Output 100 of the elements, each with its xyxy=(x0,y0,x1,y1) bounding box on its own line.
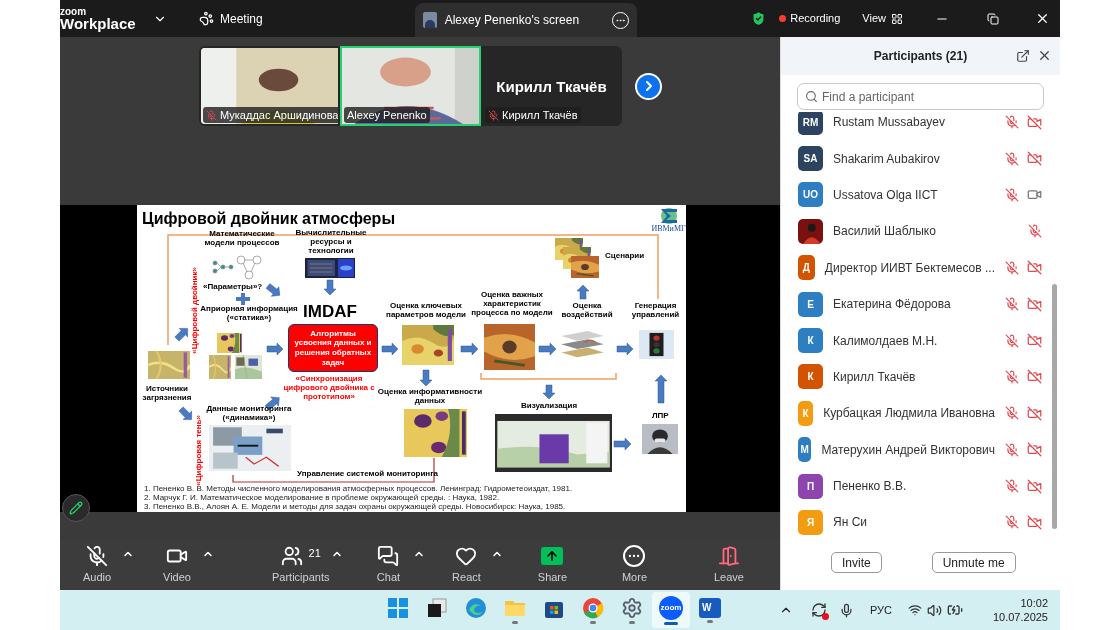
algorithms-block: Алгоритмы усвоения данных и решения обратных задач xyxy=(288,324,378,372)
toolbar-button[interactable]: Chat xyxy=(365,544,412,586)
video-off-icon xyxy=(1027,442,1042,458)
avatar-initials: SA xyxy=(798,146,823,172)
people-icon xyxy=(280,545,303,568)
name-label: Alexey Penenko xyxy=(344,107,430,123)
participant-name: Курбацкая Людмила Ивановна xyxy=(823,405,995,423)
plus-icon xyxy=(236,293,250,305)
toolbar-button[interactable]: More xyxy=(611,544,658,586)
toolbar-button[interactable]: React xyxy=(443,544,490,586)
mic-icon[interactable] xyxy=(838,602,854,618)
view-button[interactable]: View xyxy=(862,10,903,27)
participant-row[interactable]: Е Екатерина Фёдорова xyxy=(798,285,1042,323)
meeting-tab[interactable]: Meeting xyxy=(199,0,263,37)
name-label: Кирилл Ткачёв xyxy=(485,107,581,123)
avatar-initials: К xyxy=(798,364,823,390)
video-tile[interactable]: Alexey Penenko xyxy=(340,46,481,126)
video-tile[interactable]: Мукаддас Аршидинова xyxy=(199,46,340,126)
reference-text: 2. Марчук Г. И. Математическое моделирование в проблеме окружающей среды. : Наука, 1982. xyxy=(144,493,501,502)
pop-out-icon[interactable] xyxy=(1016,49,1030,63)
participant-row[interactable]: Василий Шаблыко xyxy=(798,213,1042,250)
sync-icon[interactable] xyxy=(810,602,827,618)
task-view-icon[interactable] xyxy=(426,596,448,619)
video-off-icon xyxy=(1027,405,1042,421)
chrome-icon[interactable] xyxy=(582,596,604,619)
toolbar-button[interactable]: Video xyxy=(154,544,200,586)
video-tile[interactable]: Кирилл Ткачёв Кирилл Ткачёв xyxy=(481,46,622,126)
close-icon[interactable] xyxy=(1037,48,1052,63)
close-icon[interactable] xyxy=(1035,11,1050,26)
participant-row[interactable]: UO Ussatova Olga IICT xyxy=(798,176,1042,214)
slide-vertical-label: «Цифровой двойник» xyxy=(191,267,200,354)
participant-row[interactable]: RM Rustam Mussabayev xyxy=(798,112,1042,141)
restore-icon[interactable] xyxy=(987,12,999,25)
flow-arrow xyxy=(542,384,556,400)
video-off-icon xyxy=(1027,114,1042,130)
recording-label[interactable]: Recording xyxy=(790,10,841,27)
shared-screen-tab[interactable]: Alexey Penenko's screen xyxy=(414,3,637,37)
unmute-me-button[interactable]: Unmute me xyxy=(931,552,1016,573)
mic-off-icon xyxy=(206,109,217,121)
invite-button[interactable]: Invite xyxy=(831,552,882,573)
slide-label: Данные мониторинга («динамика») xyxy=(205,405,293,423)
network-diagram-drawing xyxy=(212,255,262,280)
participant-name: Rustam Mussabayev xyxy=(833,114,947,132)
participant-name: Матерухин Андрей Викторович xyxy=(821,441,995,459)
flow-arrow xyxy=(265,283,281,297)
wifi-icon[interactable] xyxy=(907,603,922,617)
flow-arrow xyxy=(460,342,479,356)
participant-display-name: Кирилл Ткачёв xyxy=(496,77,607,97)
speaker-icon[interactable] xyxy=(926,602,942,618)
participant-row[interactable]: К Кирилл Ткачёв xyxy=(798,358,1042,396)
slide-label: Математические модели процессов xyxy=(203,230,281,248)
tab-label: Alexey Penenko's screen xyxy=(444,12,581,29)
participant-row[interactable]: SA Shakarim Aubakirov xyxy=(798,140,1042,177)
participant-row[interactable]: М Матерухин Андрей Викторович xyxy=(798,431,1042,468)
settings-icon[interactable] xyxy=(621,596,643,619)
avatar-initials: К xyxy=(798,328,823,354)
avatar-initials: Е xyxy=(798,291,823,317)
slide-label: Оценка ключевых параметров модели xyxy=(385,302,467,320)
word-app-icon[interactable]: W xyxy=(699,597,721,618)
logo-text: zoom xyxy=(60,6,88,17)
more-icon xyxy=(623,545,646,568)
battery-icon[interactable] xyxy=(946,602,963,618)
video-off-icon xyxy=(1027,478,1042,494)
next-page-button[interactable] xyxy=(635,72,662,100)
mic-off-icon xyxy=(1028,224,1042,239)
browser-icon[interactable] xyxy=(465,596,487,619)
slide-heading: IMDAF xyxy=(303,303,357,320)
flow-arrow xyxy=(419,369,433,387)
toolbar-button[interactable]: Audio xyxy=(74,544,120,586)
participant-name: Пененко В.В. xyxy=(833,478,908,496)
windows-start-icon[interactable] xyxy=(387,596,409,619)
zoom-app-icon[interactable]: zoom xyxy=(659,595,683,620)
scrollbar-thumb[interactable] xyxy=(1052,284,1057,529)
participant-name: Екатерина Фёдорова xyxy=(833,296,952,314)
reference-text: 3. Пененко В.В., Алоян А. Е. Модели и методы для задач охраны окружающей среды. Новосибирск: Наука, 1985. xyxy=(144,502,567,511)
toolbar-button[interactable]: Leave xyxy=(706,544,752,586)
flow-arrow xyxy=(174,328,188,342)
slide-label: Вычислительные ресурсы и технологии xyxy=(294,229,368,256)
flow-arrow xyxy=(538,342,557,356)
toolbar-button[interactable]: Share xyxy=(529,544,576,586)
mic-off-icon xyxy=(1005,406,1019,421)
participant-row[interactable]: К Калимолдаев М.Н. xyxy=(798,322,1042,359)
toolbar-button[interactable]: 21 Participants xyxy=(272,544,330,586)
flow-arrow xyxy=(616,342,634,356)
participant-row[interactable]: П Пененко В.В. xyxy=(798,467,1042,505)
slide-label: Источники загрязнения xyxy=(141,385,193,403)
video-off-icon xyxy=(1027,333,1042,349)
clock[interactable]: 10:02 10.07.2025 xyxy=(992,596,1048,624)
leave-icon xyxy=(718,545,740,568)
mic-off-icon xyxy=(1005,260,1019,275)
slide-label: Оценка информативности данных xyxy=(376,388,484,406)
participant-row[interactable]: Д Директор ИИВТ Бектемесов ... xyxy=(798,249,1042,286)
search-field[interactable]: Find a participant xyxy=(797,83,1044,110)
language-indicator[interactable]: РУС xyxy=(869,601,892,619)
slide-vertical-label: «Цифровая тень» xyxy=(195,415,204,486)
participant-row[interactable]: Я Ян Си xyxy=(798,504,1042,541)
participant-row[interactable]: К Курбацкая Людмила Ивановна xyxy=(798,395,1042,432)
participant-name: Ussatova Olga IICT xyxy=(833,186,939,204)
flow-arrow xyxy=(576,284,590,300)
flow-arrow xyxy=(323,279,337,296)
